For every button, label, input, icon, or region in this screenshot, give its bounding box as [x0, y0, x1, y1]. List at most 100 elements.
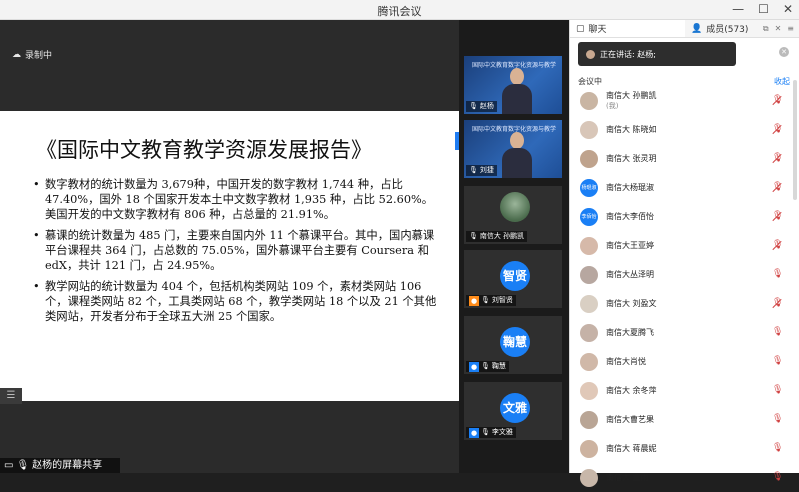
member-item[interactable]: 南信大 刘盈文 🎙: [570, 289, 796, 318]
presentation-slide: 《国际中文教育教学资源发展报告》 数字教材的统计数量为 3,679种，中国开发的…: [0, 111, 459, 401]
avatar: 李佰怡: [580, 207, 598, 226]
mic-icon: 🎙: [481, 428, 490, 436]
mic-icon: 🎙: [469, 102, 478, 110]
video-tile[interactable]: 国际中文教育数字化资源与教学创新论坛 🎙赵杨: [464, 56, 562, 114]
member-name: 南信大 刘盈文: [606, 298, 657, 308]
slide-bullets: 数字教材的统计数量为 3,679种，中国开发的数字教材 1,744 种，占比 4…: [33, 177, 443, 330]
user-icon: 👤: [691, 23, 703, 34]
mic-icon[interactable]: 🎙: [772, 414, 783, 425]
screen-share-area: ☁ 录制中 《国际中文教育教学资源发展报告》 数字教材的统计数量为 3,679种…: [0, 20, 459, 473]
tile-name: ● 🎙 鞠慧: [466, 361, 509, 372]
member-name: 南信大 蒋晨妮: [606, 443, 657, 453]
presenter-label: ▭ 🎙 赵杨的屏幕共享: [0, 458, 120, 473]
avatar: [580, 439, 598, 458]
avatar: [580, 265, 598, 284]
video-tile[interactable]: 🎙 南信大 孙鹏凯: [464, 186, 562, 244]
video-tile[interactable]: 国际中文教育数字化资源与教学创新论坛 🎙刘捷: [464, 120, 562, 178]
member-item[interactable]: 南信大肖悦 🎙: [570, 347, 796, 376]
speaking-banner: 正在讲话: 赵杨;: [578, 42, 736, 66]
avatar: [580, 381, 598, 400]
member-name: 南信大 余冬萍: [606, 385, 657, 395]
title-bar: 腾讯会议 — ☐ ✕: [0, 0, 799, 20]
speaking-text: 正在讲话: 赵杨;: [600, 49, 656, 59]
slide-title: 《国际中文教育教学资源发展报告》: [36, 138, 372, 162]
avatar: [580, 149, 598, 168]
close-icon[interactable]: ✕: [779, 47, 789, 57]
mic-icon[interactable]: 🎙: [772, 385, 783, 396]
member-item[interactable]: 李佰怡 南信大李佰怡 🎙: [570, 202, 796, 231]
chat-icon: ▢: [576, 23, 585, 34]
recording-indicator: ☁ 录制中: [12, 48, 53, 62]
avatar: [580, 294, 598, 313]
avatar: [580, 236, 598, 255]
close-window-button[interactable]: ✕: [783, 2, 793, 16]
avatar: [500, 192, 530, 222]
member-item[interactable]: 南信大 蒋晨妮 🎙: [570, 434, 796, 463]
member-name: 南信大李佰怡: [606, 211, 654, 221]
mic-muted-icon[interactable]: 🎙: [772, 153, 783, 164]
avatar: [580, 352, 598, 371]
panel-tabs: ▢ 聊天 👤 成员(573) ⧉ ✕ ≡: [570, 20, 799, 38]
member-item[interactable]: 南信大王亚婷 🎙: [570, 231, 796, 260]
side-panel: ▢ 聊天 👤 成员(573) ⧉ ✕ ≡ 正在讲话: 赵杨; ✕ 会议中 收起 …: [569, 20, 799, 487]
speaker-video: [502, 132, 532, 178]
member-list: 南信大 孙鹏凯 (我) 🎙 南信大 陈晓如 🎙 南信大 张灵玥 🎙 杨琨淑 南信大杨琨淑 🎙 李佰怡…: [570, 86, 796, 492]
mic-muted-icon[interactable]: 🎙: [772, 240, 783, 251]
member-sub-label: (我): [606, 101, 619, 110]
avatar: [586, 49, 595, 59]
member-name: 南信大 孙鹏凯: [606, 90, 657, 100]
tile-name: 🎙 赵杨: [466, 101, 497, 112]
close-icon[interactable]: ✕: [775, 24, 782, 34]
member-name: 南信大夏腾飞: [606, 327, 654, 337]
mic-icon: 🎙: [469, 166, 478, 174]
mic-icon[interactable]: 🎙: [772, 269, 783, 280]
member-name: 南信大丛泽明: [606, 269, 654, 279]
screen-icon: ▭: [4, 460, 14, 471]
video-tile[interactable]: 文雅 ● 🎙 李文雅: [464, 382, 562, 440]
member-item[interactable]: 南信大丛泽明 🎙: [570, 260, 796, 289]
mic-muted-icon[interactable]: 🎙: [772, 95, 783, 106]
member-name: 南信大肖悦: [606, 356, 646, 366]
member-item[interactable]: 南信大 陈晓如 🎙: [570, 115, 796, 144]
mic-icon[interactable]: 🎙: [772, 472, 783, 483]
cloud-icon: ☁: [12, 49, 21, 60]
maximize-button[interactable]: ☐: [758, 2, 769, 16]
mic-muted-icon[interactable]: 🎙: [772, 124, 783, 135]
minimize-button[interactable]: —: [732, 2, 744, 16]
member-item[interactable]: 南信大夏腾飞 🎙: [570, 318, 796, 347]
tile-name: 🎙 南信大 孙鹏凯: [466, 231, 528, 242]
tab-members[interactable]: 👤 成员(573) ⧉ ✕ ≡: [685, 20, 799, 37]
member-item[interactable]: 南信大 张灵玥 🎙: [570, 144, 796, 173]
avatar: 智贤: [500, 261, 530, 291]
mic-icon: 🎙: [469, 232, 478, 240]
slide-bullet: 数字教材的统计数量为 3,679种，中国开发的数字教材 1,744 种，占比 4…: [33, 177, 443, 222]
tile-name: ● 🎙 刘智贤: [466, 295, 516, 306]
member-item[interactable]: 杨琨淑 南信大杨琨淑 🎙: [570, 173, 796, 202]
avatar: 杨琨淑: [580, 178, 598, 197]
member-item[interactable]: 南信大 孙鹏凯 (我) 🎙: [570, 86, 796, 115]
mic-icon[interactable]: 🎙: [772, 356, 783, 367]
member-item[interactable]: 南信大 余冬萍 🎙: [570, 376, 796, 405]
slide-bullet: 教学网站的统计数量为 404 个，包括机构类网站 109 个，素材类网站 106…: [33, 279, 443, 324]
mic-muted-icon[interactable]: 🎙: [772, 298, 783, 309]
mic-icon: 🎙: [481, 296, 490, 304]
mic-muted-icon[interactable]: 🎙: [772, 182, 783, 193]
toolbar-toggle-icon[interactable]: ☰: [0, 388, 22, 404]
member-name: 南信大杨琨淑: [606, 182, 654, 192]
mic-muted-icon[interactable]: 🎙: [772, 211, 783, 222]
video-tile[interactable]: 鞠慧 ● 🎙 鞠慧: [464, 316, 562, 374]
member-item[interactable]: 南信大曹艺果 🎙: [570, 405, 796, 434]
popout-icon[interactable]: ⧉: [763, 24, 769, 34]
recording-label: 录制中: [25, 51, 53, 61]
user-icon: ●: [469, 295, 479, 306]
slide-bullet: 慕课的统计数量为 485 门，主要来自国内外 11 个慕课平台。其中，国内慕课平…: [33, 228, 443, 273]
member-item[interactable]: 南信大 童雨 🎙: [570, 463, 796, 492]
user-icon: ●: [469, 361, 479, 372]
member-name: 南信大 陈晓如: [606, 124, 657, 134]
video-tile[interactable]: 智贤 ● 🎙 刘智贤: [464, 250, 562, 308]
tab-chat[interactable]: ▢ 聊天: [570, 20, 685, 37]
tile-name: 🎙 刘捷: [466, 165, 497, 176]
mic-icon[interactable]: 🎙: [772, 327, 783, 338]
menu-icon[interactable]: ≡: [787, 24, 794, 34]
mic-icon[interactable]: 🎙: [772, 443, 783, 454]
